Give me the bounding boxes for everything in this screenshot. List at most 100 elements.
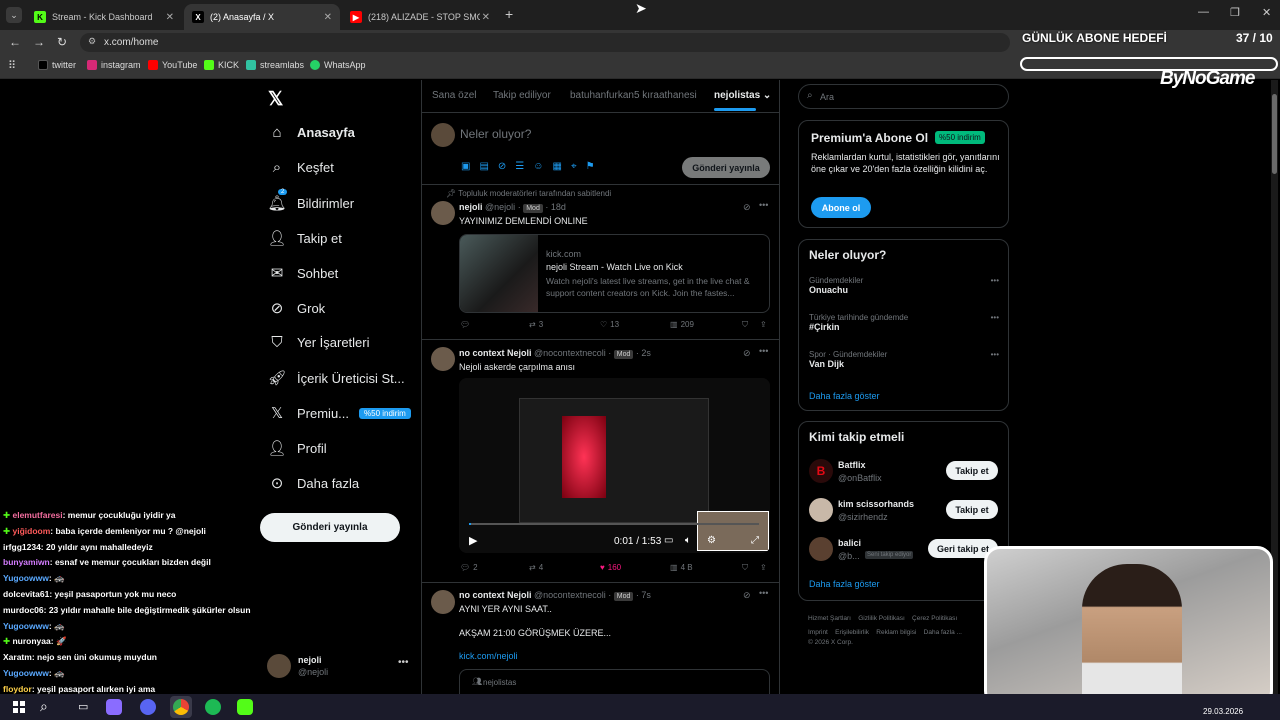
bookmark-kick[interactable]: KICK (204, 60, 239, 70)
author-name[interactable]: no context Nejoli (459, 348, 532, 358)
close-icon[interactable]: ✕ (166, 12, 174, 23)
user-name[interactable]: kim scissorhands (838, 499, 914, 509)
like-button[interactable]: ♥ 160 (600, 563, 621, 572)
nav-messages[interactable]: ✉ Sohbet (267, 264, 339, 282)
user-name[interactable]: balici (838, 538, 861, 548)
scrollbar-thumb[interactable] (1272, 94, 1277, 174)
poll-icon[interactable]: ☰ (515, 161, 524, 172)
search-input[interactable]: ⌕ Ara (798, 84, 1009, 109)
search-icon[interactable]: ⌕ (40, 698, 48, 715)
show-more-link[interactable]: Daha fazla göster (809, 579, 880, 589)
nav-creator-studio[interactable]: 🚀︎ İçerik Üreticisi St... (267, 369, 404, 387)
image-icon[interactable]: ▣ (461, 161, 470, 172)
forward-arrow-icon[interactable]: → (33, 35, 45, 49)
compose-input[interactable]: Neler oluyor? (460, 127, 531, 141)
tab-for-you[interactable]: Sana özel (432, 90, 476, 101)
video-progress-track[interactable] (469, 523, 759, 525)
kick-app-icon[interactable] (237, 699, 253, 715)
close-icon[interactable]: ✕ (324, 12, 332, 23)
tab-kick-dashboard[interactable]: K Stream - Kick Dashboard ✕ (26, 4, 182, 30)
location-icon[interactable]: ⌖ (571, 161, 577, 172)
windows-start-icon[interactable] (13, 701, 25, 713)
avatar[interactable] (431, 347, 455, 371)
retweet-button[interactable]: ⇄ 4 (529, 563, 543, 572)
chrome-icon[interactable] (170, 696, 192, 718)
discord-icon[interactable] (140, 699, 156, 715)
avatar[interactable] (431, 590, 455, 614)
trend-item[interactable]: Spor · Gündemdekiler Van Dijk ••• (809, 350, 999, 369)
share-button[interactable]: ⇪ (760, 563, 767, 572)
retweet-button[interactable]: ⇄ 3 (529, 320, 543, 329)
avatar[interactable] (809, 498, 833, 522)
fullscreen-icon[interactable]: ⤢ (751, 535, 759, 546)
video-player[interactable]: ▶ 0:01 / 1:53 ▭ 🔈︎ ⚙ ⤢ (459, 378, 770, 553)
trend-item[interactable]: Gündemdekiler Onuachu ••• (809, 276, 999, 295)
nav-notifications[interactable]: 🔔︎ 2 Bildirimler (267, 189, 354, 212)
share-button[interactable]: ⇪ (760, 320, 767, 329)
show-more-link[interactable]: Daha fazla göster (809, 391, 880, 401)
nav-follow[interactable]: 👤︎ Takip et (267, 229, 341, 247)
grok-icon[interactable]: ⊘ (743, 348, 751, 359)
nav-bookmarks[interactable]: ⛉ Yer İşaretleri (267, 334, 369, 351)
bookmark-twitter[interactable]: twitter (38, 60, 76, 70)
bookmark-youtube[interactable]: YouTube (148, 60, 197, 70)
account-switcher[interactable]: nejoli @nejoli ••• (264, 652, 414, 682)
restore-button[interactable]: ❐ (1230, 6, 1240, 19)
url-field[interactable]: ⚙ x.com/home (80, 33, 1010, 52)
avatar[interactable] (809, 537, 833, 561)
captions-icon[interactable]: ▭ (664, 535, 673, 546)
more-options-icon[interactable]: ••• (759, 346, 768, 356)
tab-x-home[interactable]: X (2) Anasayfa / X ✕ (184, 4, 340, 30)
taskview-icon[interactable]: ▭ (78, 700, 88, 713)
x-logo-icon[interactable]: 𝕏 (268, 88, 283, 111)
author-name[interactable]: nejoli (459, 202, 483, 212)
more-options-icon[interactable]: ••• (991, 350, 999, 359)
app-icon[interactable] (106, 699, 122, 715)
bookmark-button[interactable]: ⛉ (742, 563, 748, 573)
avatar[interactable] (431, 201, 455, 225)
grok-icon[interactable]: ⊘ (498, 161, 506, 172)
views-button[interactable]: ▥ 209 (670, 320, 694, 329)
flag-icon[interactable]: ⚑ (586, 161, 595, 172)
bookmark-whatsapp[interactable]: WhatsApp (310, 60, 366, 70)
grok-icon[interactable]: ⊘ (743, 590, 751, 601)
bookmark-streamlabs[interactable]: streamlabs (246, 60, 304, 70)
volume-icon[interactable]: 🔈︎ (685, 535, 691, 546)
post-time[interactable]: 2s (641, 348, 651, 358)
nav-profile[interactable]: 👤︎ Profil (267, 439, 326, 457)
tab-nejolistas[interactable]: nejolistas ⌄ (714, 90, 771, 101)
more-options-icon[interactable]: ••• (759, 588, 768, 598)
reply-button[interactable]: 💬︎ (460, 320, 470, 329)
like-button[interactable]: ♡ 13 (600, 320, 619, 329)
tab-community-kiraathanesi[interactable]: batuhanfurkan5 kıraathanesi (570, 90, 697, 101)
settings-icon[interactable]: ⚙ (707, 535, 716, 546)
play-icon[interactable]: ▶ (469, 534, 477, 547)
spotify-icon[interactable] (205, 699, 221, 715)
nav-home[interactable]: ⌂ Anasayfa (267, 124, 354, 141)
nav-explore[interactable]: ⌕ Keşfet (267, 159, 334, 176)
more-options-icon[interactable]: ••• (398, 657, 409, 668)
new-tab-button[interactable]: + (505, 6, 513, 22)
more-options-icon[interactable]: ••• (991, 276, 999, 285)
gif-icon[interactable]: ▤ (479, 161, 488, 172)
post-link[interactable]: kick.com/nejoli (459, 651, 518, 661)
tab-youtube[interactable]: ▶ (218) ALIZADE - STOP SMOKIN ✕ (342, 4, 498, 30)
user-name[interactable]: Batflix (838, 460, 866, 470)
apps-grid-icon[interactable]: ⠿ (8, 59, 16, 72)
grok-icon[interactable]: ⊘ (743, 202, 751, 213)
nav-more[interactable]: ⊙ Daha fazla (267, 474, 359, 492)
quote-card[interactable]: 👥︎ nejolistas (459, 669, 770, 694)
post-button[interactable]: Gönderi yayınla (260, 513, 400, 542)
avatar[interactable]: B (809, 459, 833, 483)
tab-list-icon[interactable]: ⌄ (6, 7, 22, 23)
nav-grok[interactable]: ⊘ Grok (267, 299, 325, 317)
link-card[interactable]: kick.com nejoli Stream - Watch Live on K… (459, 234, 770, 313)
nav-premium[interactable]: 𝕏 Premiu... %50 indirim (267, 404, 411, 422)
minimize-button[interactable]: — (1198, 6, 1209, 18)
back-arrow-icon[interactable]: ← (9, 35, 21, 49)
post-time[interactable]: 18d (551, 202, 566, 212)
window-close-button[interactable]: ✕ (1262, 6, 1271, 19)
compose-post-button[interactable]: Gönderi yayınla (682, 157, 770, 178)
tab-following[interactable]: Takip ediliyor (493, 90, 551, 101)
emoji-icon[interactable]: ☺ (533, 161, 543, 172)
